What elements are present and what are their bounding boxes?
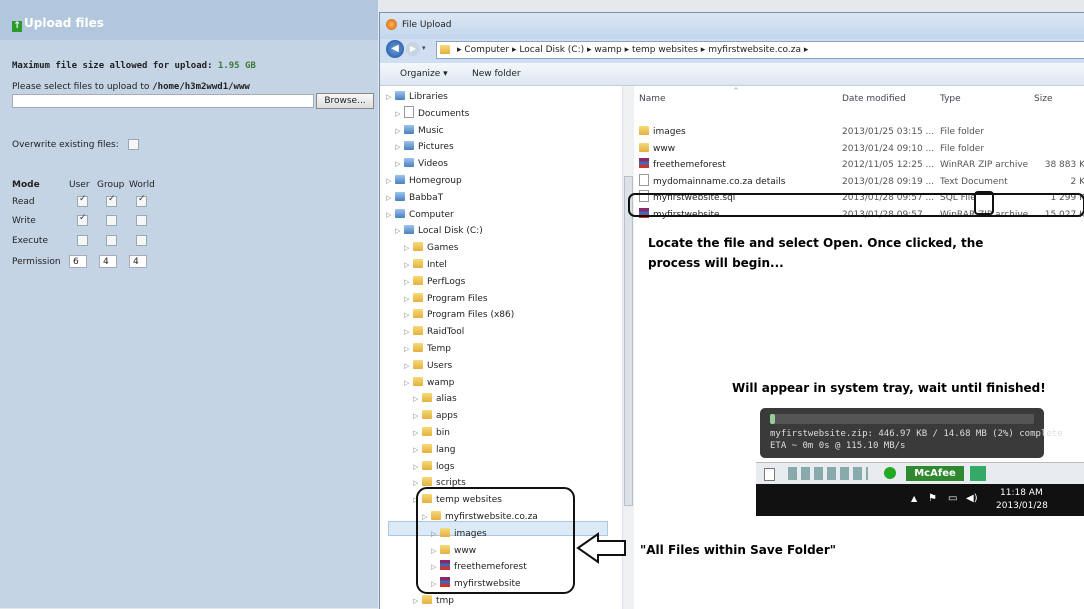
annotation-layer [0, 0, 1084, 608]
tray-toolbar: McAfee [756, 462, 1084, 485]
mcafee-badge[interactable]: McAfee [906, 466, 964, 481]
progress-line1: myfirstwebsite.zip: 446.97 KB / 14.68 MB… [770, 429, 1063, 439]
shield-icon[interactable] [884, 467, 896, 479]
system-clock-bar: ▲ ⚑ ▭ ◀) 11:18 AM 2013/01/28 [756, 484, 1084, 516]
download-progress-popup: myfirstwebsite.zip: 446.97 KB / 14.68 MB… [760, 408, 1044, 458]
annotation-all-files: "All Files within Save Folder" [640, 543, 836, 557]
export-icon[interactable] [970, 466, 986, 481]
progress-fill [770, 414, 775, 424]
annotation-locate-line2: process will begin... [648, 256, 784, 270]
flag-icon[interactable]: ⚑ [928, 493, 937, 504]
highlight-tree-folder [417, 488, 574, 593]
highlight-selected-file [629, 194, 1084, 216]
left-arrow-icon [578, 534, 625, 562]
progress-bar [770, 414, 1034, 424]
clock-date[interactable]: 2013/01/28 [996, 501, 1048, 511]
annotation-locate-line1: Locate the file and select Open. Once cl… [648, 236, 983, 250]
annotation-tray: Will appear in system tray, wait until f… [732, 381, 1046, 395]
tray-up-icon[interactable]: ▲ [911, 494, 917, 503]
page-icon[interactable] [764, 468, 775, 481]
volume-icon[interactable]: ◀) [966, 493, 978, 504]
tray-icons[interactable] [788, 467, 868, 480]
progress-line2: ETA ~ 0m 0s @ 115.10 MB/s [770, 441, 905, 451]
clock-time[interactable]: 11:18 AM [1000, 488, 1043, 498]
network-icon[interactable]: ▭ [948, 493, 957, 504]
highlight-zip-type [975, 192, 993, 214]
